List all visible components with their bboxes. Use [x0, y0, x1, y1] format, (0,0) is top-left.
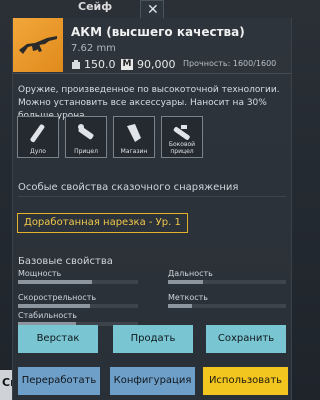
- stat-accuracy-fill: [168, 304, 192, 308]
- use-button[interactable]: Использовать: [203, 367, 288, 395]
- item-weight: 150.0: [71, 58, 116, 71]
- recycle-button[interactable]: Переработать: [18, 367, 100, 395]
- base-stats-title: Базовые свойства: [18, 256, 113, 267]
- stat-range-label: Дальность: [168, 269, 213, 278]
- weight-value: 150.0: [84, 58, 116, 71]
- stat-accuracy-label: Меткость: [168, 293, 208, 302]
- item-durability: Прочность: 1600/1600: [183, 59, 277, 68]
- stat-firerate-fill: [18, 304, 90, 308]
- save-button[interactable]: Сохранить: [206, 325, 286, 353]
- slot-scope[interactable]: Прицел: [65, 116, 107, 158]
- item-title: АКМ (высшего качества): [71, 25, 245, 39]
- stat-firerate-label: Скорострельность: [18, 293, 97, 302]
- stat-accuracy-bar: [168, 304, 286, 308]
- slot-label: Прицел: [74, 148, 98, 155]
- close-icon: ✕: [147, 2, 159, 18]
- muzzle-icon: [30, 124, 45, 143]
- scope-icon: [78, 124, 94, 140]
- stat-power-label: Мощность: [18, 269, 62, 278]
- craft-button[interactable]: Верстак: [18, 325, 98, 353]
- legendary-property-chip[interactable]: Доработанная нарезка - Ур. 1: [17, 213, 188, 233]
- slot-magazine[interactable]: Магазин: [113, 116, 155, 158]
- sell-button[interactable]: Продать: [113, 325, 193, 353]
- rifle-icon: [19, 36, 57, 54]
- stat-firerate-bar: [18, 304, 138, 308]
- stat-power-bar: [18, 280, 138, 284]
- slot-label: Дуло: [30, 148, 46, 155]
- attachment-slots: Дуло Прицел Магазин Боковой прицел: [17, 116, 203, 158]
- slot-muzzle[interactable]: Дуло: [17, 116, 59, 158]
- item-price: M 90,000: [121, 58, 176, 71]
- stat-range-bar: [168, 280, 286, 284]
- item-caliber: 7.62 mm: [71, 43, 116, 54]
- slot-label: Магазин: [120, 148, 148, 155]
- header-divider: [13, 73, 291, 74]
- magazine-icon: [127, 124, 141, 142]
- stat-stability-label: Стабильность: [18, 311, 78, 320]
- currency-icon: M: [121, 59, 133, 70]
- item-thumbnail: [13, 18, 63, 72]
- config-button[interactable]: Конфигурация: [110, 367, 195, 395]
- background-tab-label: Сейф: [78, 0, 113, 13]
- stat-range-fill: [168, 280, 204, 284]
- legendary-divider: [18, 196, 286, 197]
- legendary-section-title: Особые свойства сказочного снаряжения: [18, 182, 239, 193]
- slot-label: Боковой прицел: [168, 141, 196, 155]
- item-detail-panel: АКМ (высшего качества) 7.62 mm 150.0 M 9…: [12, 18, 292, 400]
- price-value: 90,000: [137, 58, 176, 71]
- weight-icon: [72, 59, 80, 69]
- stat-power-fill: [18, 280, 93, 284]
- slot-side-scope[interactable]: Боковой прицел: [161, 116, 203, 158]
